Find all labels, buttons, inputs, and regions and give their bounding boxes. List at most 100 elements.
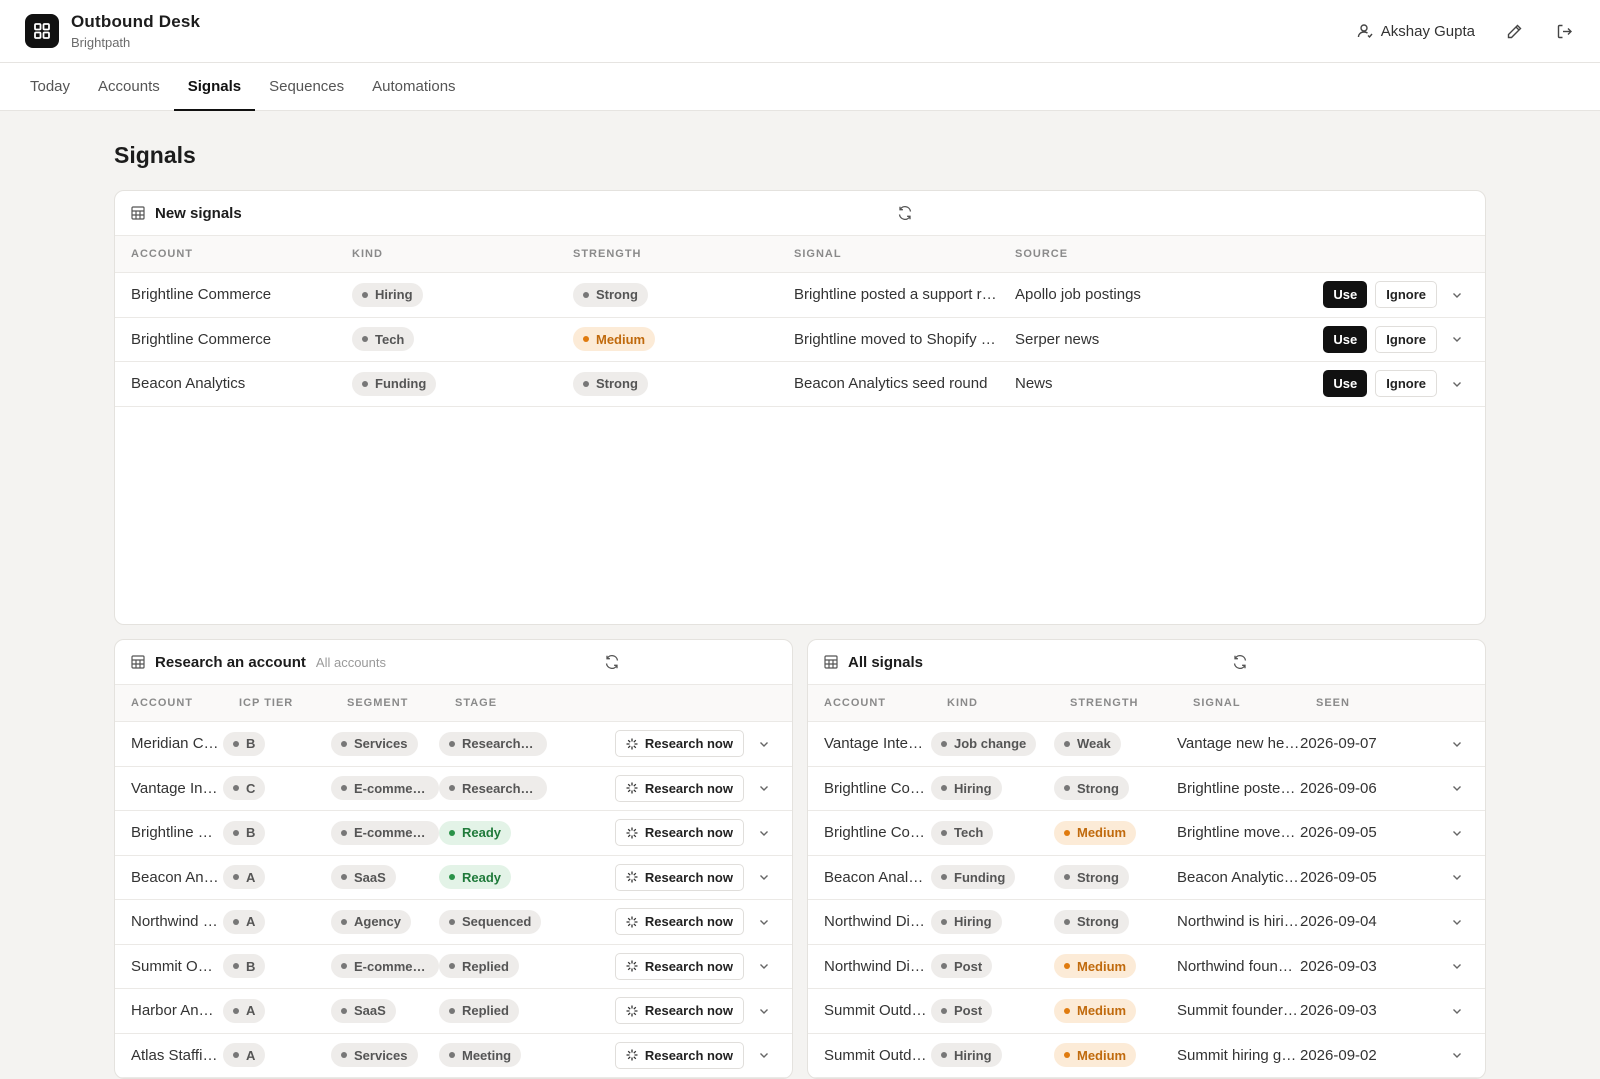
expand-row-button[interactable] (1451, 738, 1463, 750)
segment-badge: Services (331, 1043, 418, 1068)
expand-row-button[interactable] (758, 827, 770, 839)
strength-badge: Medium (1054, 820, 1137, 845)
kind-badge: Hiring (352, 282, 423, 307)
use-button[interactable]: Use (1323, 281, 1368, 309)
kind-badge: Hiring (931, 909, 1002, 934)
account-name: Northwind Digital (824, 957, 931, 975)
kind-badge: Tech (931, 820, 994, 845)
logout-button[interactable] (1553, 20, 1575, 42)
ignore-button[interactable]: Ignore (1375, 370, 1437, 398)
status-dot (233, 918, 239, 925)
edit-button[interactable] (1503, 20, 1525, 42)
expand-row-button[interactable] (1451, 782, 1463, 794)
research-now-button[interactable]: Research now (614, 1041, 744, 1069)
expand-row-button[interactable] (1451, 333, 1463, 345)
expand-row-button[interactable] (1451, 916, 1463, 928)
expand-row-button[interactable] (1451, 960, 1463, 972)
status-dot (233, 740, 239, 747)
status-dot (362, 380, 368, 387)
brand: Outbound Desk Brightpath (71, 12, 200, 50)
workspace-name: Brightpath (71, 35, 131, 50)
expand-row-button[interactable] (758, 916, 770, 928)
strength-badge: Medium (1054, 1043, 1137, 1068)
logout-icon (1557, 24, 1572, 38)
tier-badge: A (223, 1043, 266, 1068)
refresh-button[interactable] (604, 654, 620, 674)
tab-sequences[interactable]: Sequences (255, 63, 358, 110)
chevron-down-icon (760, 875, 768, 881)
kind-badge: Hiring (931, 776, 1002, 801)
account-name: Northwind Digital (131, 913, 223, 931)
account-name: Atlas Staffing (131, 1046, 220, 1064)
research-now-button[interactable]: Research now (614, 997, 744, 1025)
expand-row-button[interactable] (758, 871, 770, 883)
research-now-button[interactable]: Research now (614, 774, 744, 802)
chevron-down-icon (1453, 292, 1461, 298)
expand-row-button[interactable] (758, 960, 770, 972)
sparkle-icon (626, 827, 638, 839)
status-dot (941, 963, 947, 970)
nav-tabs: Today Accounts Signals Sequences Automat… (0, 63, 1600, 111)
status-dot (449, 740, 455, 747)
new-signals-title: New signals (155, 204, 242, 222)
expand-row-button[interactable] (758, 782, 770, 794)
chevron-down-icon (1453, 1053, 1461, 1059)
expand-row-button[interactable] (1451, 1005, 1463, 1017)
expand-row-button[interactable] (1451, 1049, 1463, 1061)
research-row: Meridian Consulting B Services Researchi… (115, 722, 792, 767)
research-now-button[interactable]: Research now (614, 908, 744, 936)
research-now-button[interactable]: Research now (614, 819, 744, 847)
expand-row-button[interactable] (1451, 378, 1463, 390)
status-dot (341, 740, 347, 747)
status-dot (341, 874, 347, 881)
refresh-button[interactable] (1232, 654, 1248, 674)
status-dot (941, 1052, 947, 1059)
source-text: Serper news (1015, 330, 1100, 348)
user-name: Akshay Gupta (1380, 22, 1475, 40)
refresh-button[interactable] (897, 205, 913, 225)
user-menu[interactable]: Akshay Gupta (1357, 23, 1475, 40)
use-button[interactable]: Use (1323, 370, 1368, 398)
sparkle-icon (626, 1049, 638, 1061)
chevron-down-icon (760, 1053, 768, 1059)
app-logo[interactable] (25, 14, 59, 48)
stage-badge: Sequenced (439, 909, 542, 934)
ignore-button[interactable]: Ignore (1375, 281, 1437, 309)
status-dot (341, 918, 347, 925)
expand-row-button[interactable] (1451, 827, 1463, 839)
signal-row: Northwind Digital Hiring Strong Northwin… (808, 900, 1485, 945)
expand-row-button[interactable] (758, 738, 770, 750)
status-dot (1064, 918, 1070, 925)
chevron-down-icon (1453, 964, 1461, 970)
expand-row-button[interactable] (1451, 289, 1463, 301)
account-name: Northwind Digital (824, 913, 931, 931)
tab-signals[interactable]: Signals (173, 63, 256, 111)
strength-badge: Medium (573, 327, 656, 352)
research-now-button[interactable]: Research now (614, 863, 744, 891)
ignore-button[interactable]: Ignore (1375, 325, 1437, 353)
tab-accounts[interactable]: Accounts (84, 63, 174, 110)
tab-automations[interactable]: Automations (358, 63, 469, 110)
chevron-down-icon (1453, 337, 1461, 343)
segment-badge: Agency (331, 909, 411, 934)
grid-icon (34, 23, 50, 39)
expand-row-button[interactable] (758, 1005, 770, 1017)
research-header: ACCOUNT ICP TIER SEGMENT STAGE (115, 685, 792, 722)
all-signals-title: All signals (848, 653, 924, 671)
research-row: Summit Outdoors B E-commerce Replied Res… (115, 945, 792, 989)
status-dot (341, 1052, 347, 1059)
expand-row-button[interactable] (758, 1049, 770, 1061)
table-icon (131, 655, 145, 669)
research-now-button[interactable]: Research now (614, 730, 744, 758)
account-name: Beacon Analytics (824, 868, 931, 886)
status-dot (1064, 829, 1070, 836)
status-dot (449, 785, 455, 792)
status-dot (233, 1052, 239, 1059)
kind-badge: Funding (352, 371, 437, 396)
stage-badge: Replied (439, 998, 519, 1023)
tab-today[interactable]: Today (16, 63, 84, 110)
use-button[interactable]: Use (1323, 325, 1368, 353)
expand-row-button[interactable] (1451, 871, 1463, 883)
signal-text: Beacon Analytics seed round (1177, 868, 1300, 886)
research-now-button[interactable]: Research now (614, 952, 744, 980)
